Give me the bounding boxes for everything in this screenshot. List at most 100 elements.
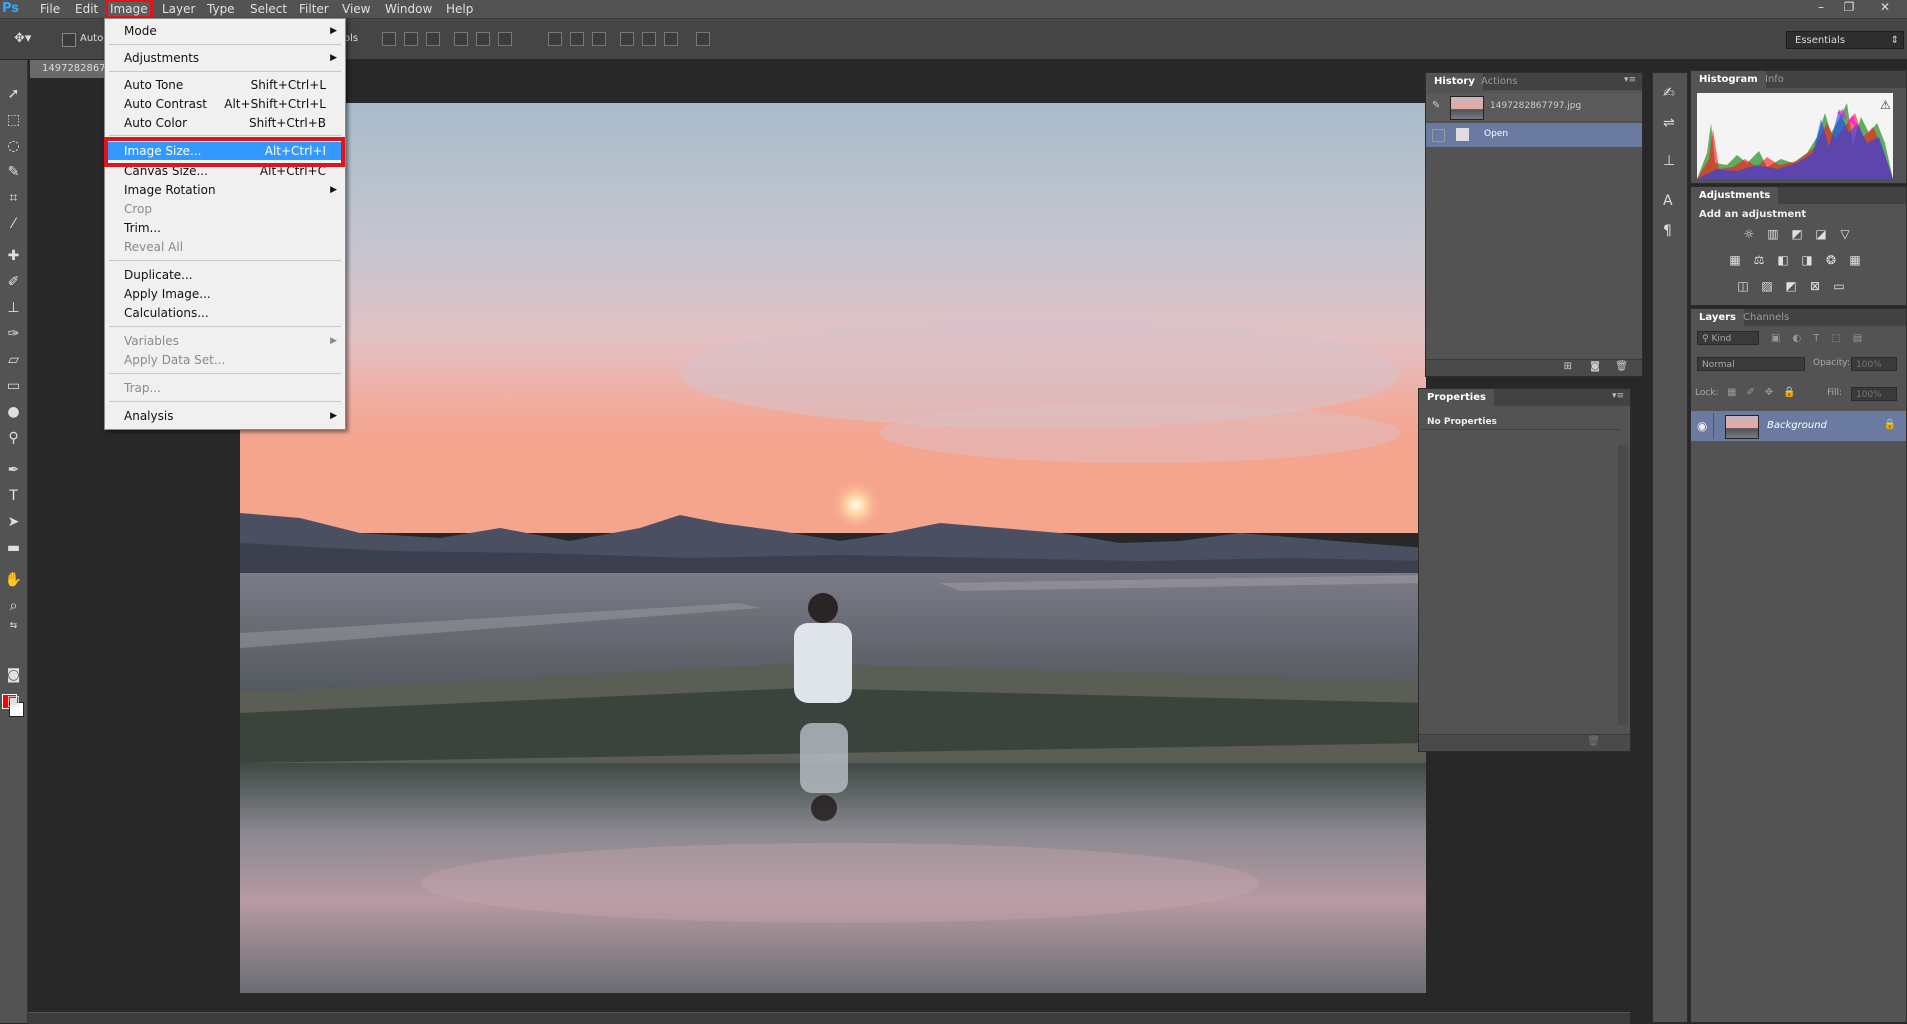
panel-menu-icon[interactable]: ▾≡ [1624, 75, 1636, 85]
path-selection-tool-icon[interactable]: ➤ [3, 512, 24, 533]
tab-info[interactable]: Info [1757, 71, 1792, 88]
tab-histogram[interactable]: Histogram [1691, 71, 1766, 88]
menu-item-analysis[interactable]: Analysis ▶ [105, 407, 345, 425]
align-right-icon[interactable] [498, 32, 512, 46]
document-canvas[interactable] [240, 103, 1426, 993]
brightness-contrast-icon[interactable]: ☼ [1741, 227, 1757, 241]
history-brush-source-icon[interactable] [1432, 129, 1445, 142]
menu-item-apply-image[interactable]: Apply Image... [105, 285, 345, 303]
selective-color-icon[interactable]: ⊠ [1807, 279, 1823, 293]
quick-mask-icon[interactable]: ◙ [3, 665, 24, 686]
filter-smart-object-icon[interactable]: ▤ [1853, 333, 1862, 344]
curves-icon[interactable]: ◩ [1789, 227, 1805, 241]
history-brush-source-icon[interactable]: ✎ [1432, 100, 1440, 111]
gradient-map-triangle-icon[interactable]: ▽ [1837, 227, 1853, 241]
color-balance-icon[interactable]: ◧ [1775, 253, 1791, 267]
layer-name[interactable]: Background [1767, 420, 1827, 431]
rectangle-tool-icon[interactable]: ▬ [3, 538, 24, 559]
healing-brush-tool-icon[interactable]: ✚ [3, 246, 24, 267]
menu-help[interactable]: Help [446, 0, 473, 18]
menu-filter[interactable]: Filter [299, 0, 329, 18]
layer-row[interactable]: ◉ Background 🔒 [1691, 411, 1906, 441]
document-tab[interactable]: 1497282867 [30, 60, 104, 78]
move-tool-icon[interactable]: ✥▾ [14, 31, 31, 46]
exposure-icon[interactable]: ◪ [1813, 227, 1829, 241]
menu-edit[interactable]: Edit [75, 0, 98, 18]
menu-item-duplicate[interactable]: Duplicate... [105, 266, 345, 284]
character-icon[interactable]: A [1663, 193, 1673, 209]
clone-stamp-tool-icon[interactable]: ⊥ [3, 298, 24, 319]
dodge-tool-icon[interactable]: ⚲ [3, 428, 24, 449]
crop-tool-icon[interactable]: ⌗ [3, 188, 24, 209]
menu-item-auto-contrast[interactable]: Auto Contrast Alt+Shift+Ctrl+L [105, 95, 345, 113]
trash-icon[interactable]: 🗑 [1615, 361, 1628, 372]
menu-layer[interactable]: Layer [162, 0, 195, 18]
restore-icon[interactable]: ❐ [1836, 0, 1862, 16]
lock-transparent-icon[interactable]: ▦ [1727, 387, 1736, 398]
brush-presets-icon[interactable]: ✍ [1663, 85, 1675, 101]
lock-image-icon[interactable]: ✐ [1746, 387, 1754, 398]
swap-colors-icon[interactable]: ⇆ [3, 616, 24, 637]
gradient-tool-icon[interactable]: ▭ [3, 376, 24, 397]
eyedropper-tool-icon[interactable]: ⁄ [3, 214, 24, 235]
history-state-row[interactable]: Open [1426, 123, 1642, 147]
color-lookup-icon[interactable]: ▦ [1847, 253, 1863, 267]
type-tool-icon[interactable]: T [3, 486, 24, 507]
align-top-icon[interactable] [382, 32, 396, 46]
history-snapshot[interactable]: ✎ 1497282867797.jpg [1426, 93, 1642, 121]
hue-saturation-icon[interactable]: ⚖ [1751, 253, 1767, 267]
menu-item-adjustments[interactable]: Adjustments ▶ [105, 49, 345, 67]
menu-type[interactable]: Type [207, 0, 235, 18]
close-icon[interactable]: ✕ [1872, 0, 1898, 16]
tab-properties[interactable]: Properties [1419, 389, 1494, 406]
filter-type-icon[interactable]: T [1813, 333, 1819, 344]
blur-tool-icon[interactable]: ● [3, 402, 24, 423]
filter-pixel-icon[interactable]: ▣ [1771, 333, 1780, 344]
history-brush-tool-icon[interactable]: ✑ [3, 324, 24, 345]
fill-input[interactable]: 100% [1851, 387, 1897, 401]
menu-item-auto-tone[interactable]: Auto Tone Shift+Ctrl+L [105, 76, 345, 94]
posterize-icon[interactable]: ▨ [1759, 279, 1775, 293]
photo-filter-icon[interactable]: ❂ [1823, 253, 1839, 267]
tab-channels[interactable]: Channels [1735, 309, 1797, 326]
zoom-tool-icon[interactable]: ⌕ [3, 596, 24, 617]
distribute-right-icon[interactable] [664, 32, 678, 46]
hand-tool-icon[interactable]: ✋ [3, 570, 24, 591]
properties-scrollbar[interactable] [1618, 445, 1628, 725]
menu-image[interactable]: Image [105, 0, 153, 19]
lasso-tool-icon[interactable]: ◌ [3, 136, 24, 157]
paragraph-icon[interactable]: ¶ [1663, 223, 1672, 239]
menu-view[interactable]: View [342, 0, 370, 18]
screen-mode-icon[interactable]: ▣ [3, 691, 24, 712]
threshold-icon[interactable]: ◩ [1783, 279, 1799, 293]
black-white-icon[interactable]: ◨ [1799, 253, 1815, 267]
lock-position-icon[interactable]: ✥ [1765, 387, 1773, 398]
brush-tool-icon[interactable]: ✐ [3, 272, 24, 293]
distribute-bottom-icon[interactable] [592, 32, 606, 46]
blend-mode-select[interactable]: Normal [1697, 357, 1805, 371]
tab-actions[interactable]: Actions [1473, 73, 1526, 90]
tab-adjustments[interactable]: Adjustments [1691, 187, 1779, 204]
align-vcenter-icon[interactable] [404, 32, 418, 46]
eye-icon[interactable]: ◉ [1697, 419, 1707, 433]
new-document-icon[interactable]: ⊞ [1564, 361, 1572, 372]
menu-item-mode[interactable]: Mode ▶ [105, 22, 345, 40]
layer-filter-select[interactable]: ⚲ Kind [1697, 331, 1759, 345]
menu-file[interactable]: File [40, 0, 60, 18]
menu-select[interactable]: Select [250, 0, 287, 18]
brush-settings-icon[interactable]: ⇌ [1663, 115, 1675, 131]
menu-window[interactable]: Window [385, 0, 432, 18]
pen-tool-icon[interactable]: ✒ [3, 460, 24, 481]
opacity-input[interactable]: 100% [1851, 357, 1897, 371]
invert-icon[interactable]: ◫ [1735, 279, 1751, 293]
distribute-left-icon[interactable] [620, 32, 634, 46]
filter-shape-icon[interactable]: ⬚ [1831, 333, 1840, 344]
move-tool-icon[interactable]: ➚ [3, 84, 24, 105]
distribute-top-icon[interactable] [548, 32, 562, 46]
gradient-map-icon[interactable]: ▭ [1831, 279, 1847, 293]
auto-align-icon[interactable] [696, 32, 710, 46]
auto-select-checkbox[interactable] [62, 33, 76, 47]
quick-selection-tool-icon[interactable]: ✎ [3, 162, 24, 183]
levels-icon[interactable]: ▥ [1765, 227, 1781, 241]
align-hcenter-icon[interactable] [476, 32, 490, 46]
